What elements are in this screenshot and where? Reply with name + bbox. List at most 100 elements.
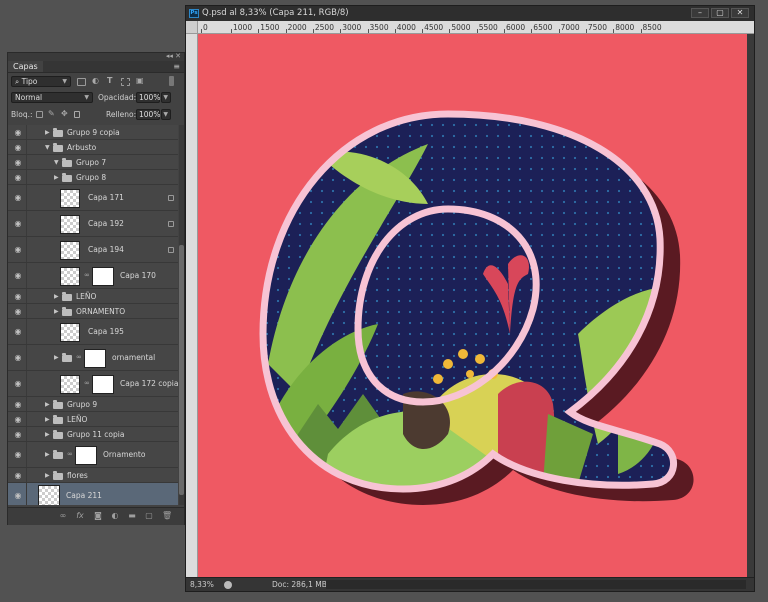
layer-name[interactable]: Capa 192 bbox=[88, 219, 124, 228]
ruler-vertical[interactable] bbox=[186, 34, 198, 577]
layer-name[interactable]: Capa 195 bbox=[88, 327, 124, 336]
tab-capas[interactable]: Capas bbox=[8, 61, 43, 72]
visibility-eye-icon[interactable]: ◉ bbox=[13, 173, 23, 183]
layer-row[interactable]: ◉ ▶ ∞ Ornamento bbox=[8, 442, 178, 468]
expand-closed-icon[interactable]: ▶ bbox=[54, 353, 60, 363]
layer-name[interactable]: Ornamento bbox=[103, 450, 145, 459]
layer-thumbnail[interactable] bbox=[60, 322, 80, 342]
visibility-eye-icon[interactable]: ◉ bbox=[13, 450, 23, 460]
visibility-eye-icon[interactable]: ◉ bbox=[13, 128, 23, 138]
status-info-icon[interactable] bbox=[224, 581, 232, 589]
layer-row[interactable]: ◉ ∞ Capa 172 copia bbox=[8, 371, 178, 397]
ruler-horizontal[interactable]: 0 1000 1500 2000 2500 3000 3500 4000 4500 5000 550… bbox=[198, 21, 754, 34]
expand-closed-icon[interactable]: ▶ bbox=[45, 128, 51, 138]
layer-name[interactable]: Capa 172 copia bbox=[120, 379, 178, 388]
layer-row[interactable]: ◉ ▶ flores bbox=[8, 468, 178, 483]
opacity-slider-button[interactable]: ▼ bbox=[161, 92, 171, 103]
visibility-eye-icon[interactable]: ◉ bbox=[13, 430, 23, 440]
scrollbar-thumb[interactable] bbox=[179, 245, 184, 495]
layer-name[interactable]: Grupo 11 copia bbox=[67, 430, 124, 439]
new-layer-icon[interactable]: ▢ bbox=[144, 512, 154, 520]
expand-closed-icon[interactable]: ▶ bbox=[45, 430, 51, 440]
canvas-vertical-scrollbar[interactable] bbox=[747, 34, 754, 577]
layer-name[interactable]: Capa 171 bbox=[88, 193, 124, 202]
layer-mask-thumbnail[interactable] bbox=[92, 374, 114, 394]
layer-list[interactable]: ◉ ▶ Grupo 9 copia ◉ ▼ Arbusto ◉ ▼ Grupo 7 ◉ ▶ Grupo… bbox=[8, 125, 178, 505]
expand-closed-icon[interactable]: ▶ bbox=[54, 173, 60, 183]
layer-name[interactable]: ORNAMENTO bbox=[76, 307, 125, 316]
visibility-eye-icon[interactable]: ◉ bbox=[13, 307, 23, 317]
canvas-horizontal-scrollbar[interactable] bbox=[326, 580, 746, 589]
expand-closed-icon[interactable]: ▶ bbox=[45, 450, 51, 460]
visibility-eye-icon[interactable]: ◉ bbox=[13, 379, 23, 389]
opacity-input[interactable]: 100% bbox=[136, 92, 160, 103]
layer-name[interactable]: Arbusto bbox=[67, 143, 96, 152]
lock-transparent-icon[interactable] bbox=[36, 111, 43, 118]
layer-name[interactable]: LEÑO bbox=[76, 292, 96, 301]
visibility-eye-icon[interactable]: ◉ bbox=[13, 271, 23, 281]
layer-name[interactable]: Grupo 9 bbox=[67, 400, 97, 409]
visibility-eye-icon[interactable]: ◉ bbox=[13, 400, 23, 410]
expand-closed-icon[interactable]: ▶ bbox=[45, 471, 51, 481]
chain-link-icon[interactable]: ∞ bbox=[67, 450, 73, 458]
expand-closed-icon[interactable]: ▶ bbox=[45, 415, 51, 425]
filter-type-select[interactable]: ⌕ Tipo ▼ bbox=[11, 76, 71, 87]
expand-closed-icon[interactable]: ▶ bbox=[45, 400, 51, 410]
ruler-origin[interactable] bbox=[186, 21, 198, 34]
layer-row[interactable]: ◉ ▼ Grupo 7 bbox=[8, 155, 178, 170]
chain-link-icon[interactable]: ∞ bbox=[84, 271, 90, 279]
new-group-icon[interactable]: ▬ bbox=[127, 512, 137, 520]
blend-mode-select[interactable]: Normal ▼ bbox=[11, 92, 93, 103]
layer-list-scrollbar[interactable] bbox=[179, 125, 184, 505]
layer-row[interactable]: ◉ Capa 211 bbox=[8, 483, 178, 505]
visibility-eye-icon[interactable]: ◉ bbox=[13, 143, 23, 153]
layer-row[interactable]: ◉ Capa 194 bbox=[8, 237, 178, 263]
layer-name[interactable]: Grupo 9 copia bbox=[67, 128, 120, 137]
filter-smart-icon[interactable]: ▣ bbox=[136, 76, 144, 85]
adjustment-layer-icon[interactable]: ◐ bbox=[110, 512, 120, 520]
chain-link-icon[interactable]: ∞ bbox=[76, 353, 82, 361]
visibility-eye-icon[interactable]: ◉ bbox=[13, 415, 23, 425]
lock-paint-icon[interactable]: ✎ bbox=[48, 109, 55, 118]
layer-row[interactable]: ◉ ▶ Grupo 11 copia bbox=[8, 427, 178, 442]
layer-row[interactable]: ◉ ▶ Grupo 9 copia bbox=[8, 125, 178, 140]
layer-name[interactable]: ornamental bbox=[112, 353, 155, 362]
layer-mask-thumbnail[interactable] bbox=[92, 266, 114, 286]
document-canvas[interactable] bbox=[198, 34, 747, 577]
lock-move-icon[interactable]: ✥ bbox=[61, 109, 68, 118]
filter-pixel-icon[interactable] bbox=[77, 78, 86, 86]
layer-row[interactable]: ◉ ▼ Arbusto bbox=[8, 140, 178, 155]
layer-row[interactable]: ◉ ▶ LEÑO bbox=[8, 412, 178, 427]
panel-grip[interactable]: ◂◂ ✕ bbox=[8, 52, 184, 61]
layer-thumbnail[interactable] bbox=[60, 374, 80, 394]
minimize-button[interactable]: – bbox=[691, 8, 709, 18]
layer-name[interactable]: Grupo 7 bbox=[76, 158, 106, 167]
panel-menu-icon[interactable]: ≡ bbox=[173, 61, 180, 72]
layer-name[interactable]: Capa 211 bbox=[66, 491, 102, 500]
link-layers-icon[interactable]: ∞ bbox=[58, 512, 68, 520]
layer-row[interactable]: ◉ Capa 171 bbox=[8, 185, 178, 211]
maximize-button[interactable]: ▢ bbox=[711, 8, 729, 18]
visibility-eye-icon[interactable]: ◉ bbox=[13, 193, 23, 203]
visibility-eye-icon[interactable]: ◉ bbox=[13, 471, 23, 481]
layer-name[interactable]: flores bbox=[67, 471, 88, 480]
layer-row[interactable]: ◉ ▶ ORNAMENTO bbox=[8, 304, 178, 319]
visibility-eye-icon[interactable]: ◉ bbox=[13, 292, 23, 302]
filter-adjust-icon[interactable]: ◐ bbox=[92, 76, 99, 85]
zoom-level[interactable]: 8,33% bbox=[190, 580, 214, 589]
layer-name[interactable]: Capa 194 bbox=[88, 245, 124, 254]
expand-open-icon[interactable]: ▼ bbox=[45, 143, 51, 153]
layer-name[interactable]: Grupo 8 bbox=[76, 173, 106, 182]
layer-row[interactable]: ◉ ▶ Grupo 8 bbox=[8, 170, 178, 185]
filter-shape-icon[interactable] bbox=[121, 78, 130, 86]
layer-mask-thumbnail[interactable] bbox=[75, 445, 97, 465]
expand-closed-icon[interactable]: ▶ bbox=[54, 292, 60, 302]
add-mask-icon[interactable]: ◙ bbox=[93, 512, 103, 520]
layer-row[interactable]: ◉ ▶ LEÑO bbox=[8, 289, 178, 304]
layer-name[interactable]: Capa 170 bbox=[120, 271, 156, 280]
collapse-icon[interactable]: ◂◂ ✕ bbox=[166, 52, 181, 60]
visibility-eye-icon[interactable]: ◉ bbox=[13, 245, 23, 255]
visibility-eye-icon[interactable]: ◉ bbox=[13, 219, 23, 229]
fill-input[interactable]: 100% bbox=[136, 109, 160, 120]
layer-thumbnail[interactable] bbox=[60, 188, 80, 208]
